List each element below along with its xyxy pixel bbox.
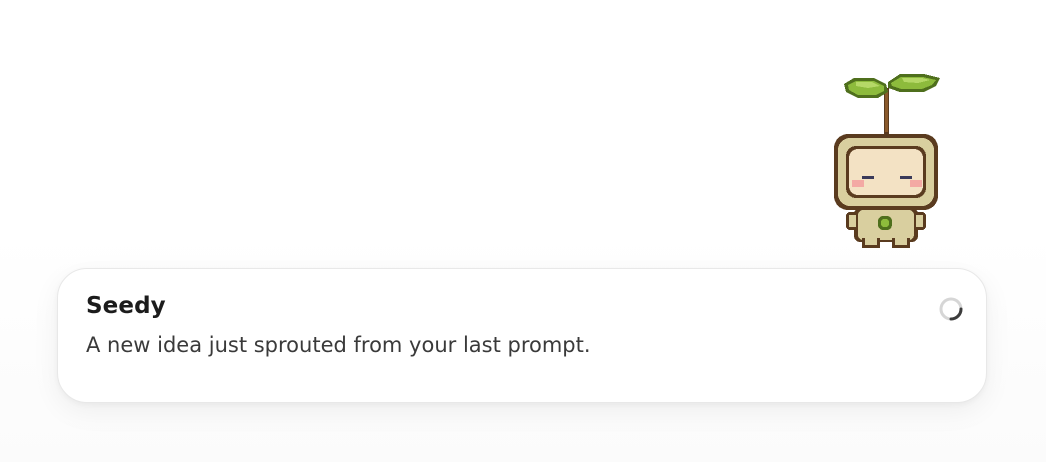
loading-spinner-icon xyxy=(938,296,964,322)
seedling-mascot-icon xyxy=(828,70,944,250)
notification-message: A new idea just sprouted from your last … xyxy=(86,333,591,357)
notification-title: Seedy xyxy=(86,293,166,319)
notification-stage: Seedy A new idea just sprouted from your… xyxy=(0,0,1046,462)
notification-toast[interactable]: Seedy A new idea just sprouted from your… xyxy=(57,268,987,403)
